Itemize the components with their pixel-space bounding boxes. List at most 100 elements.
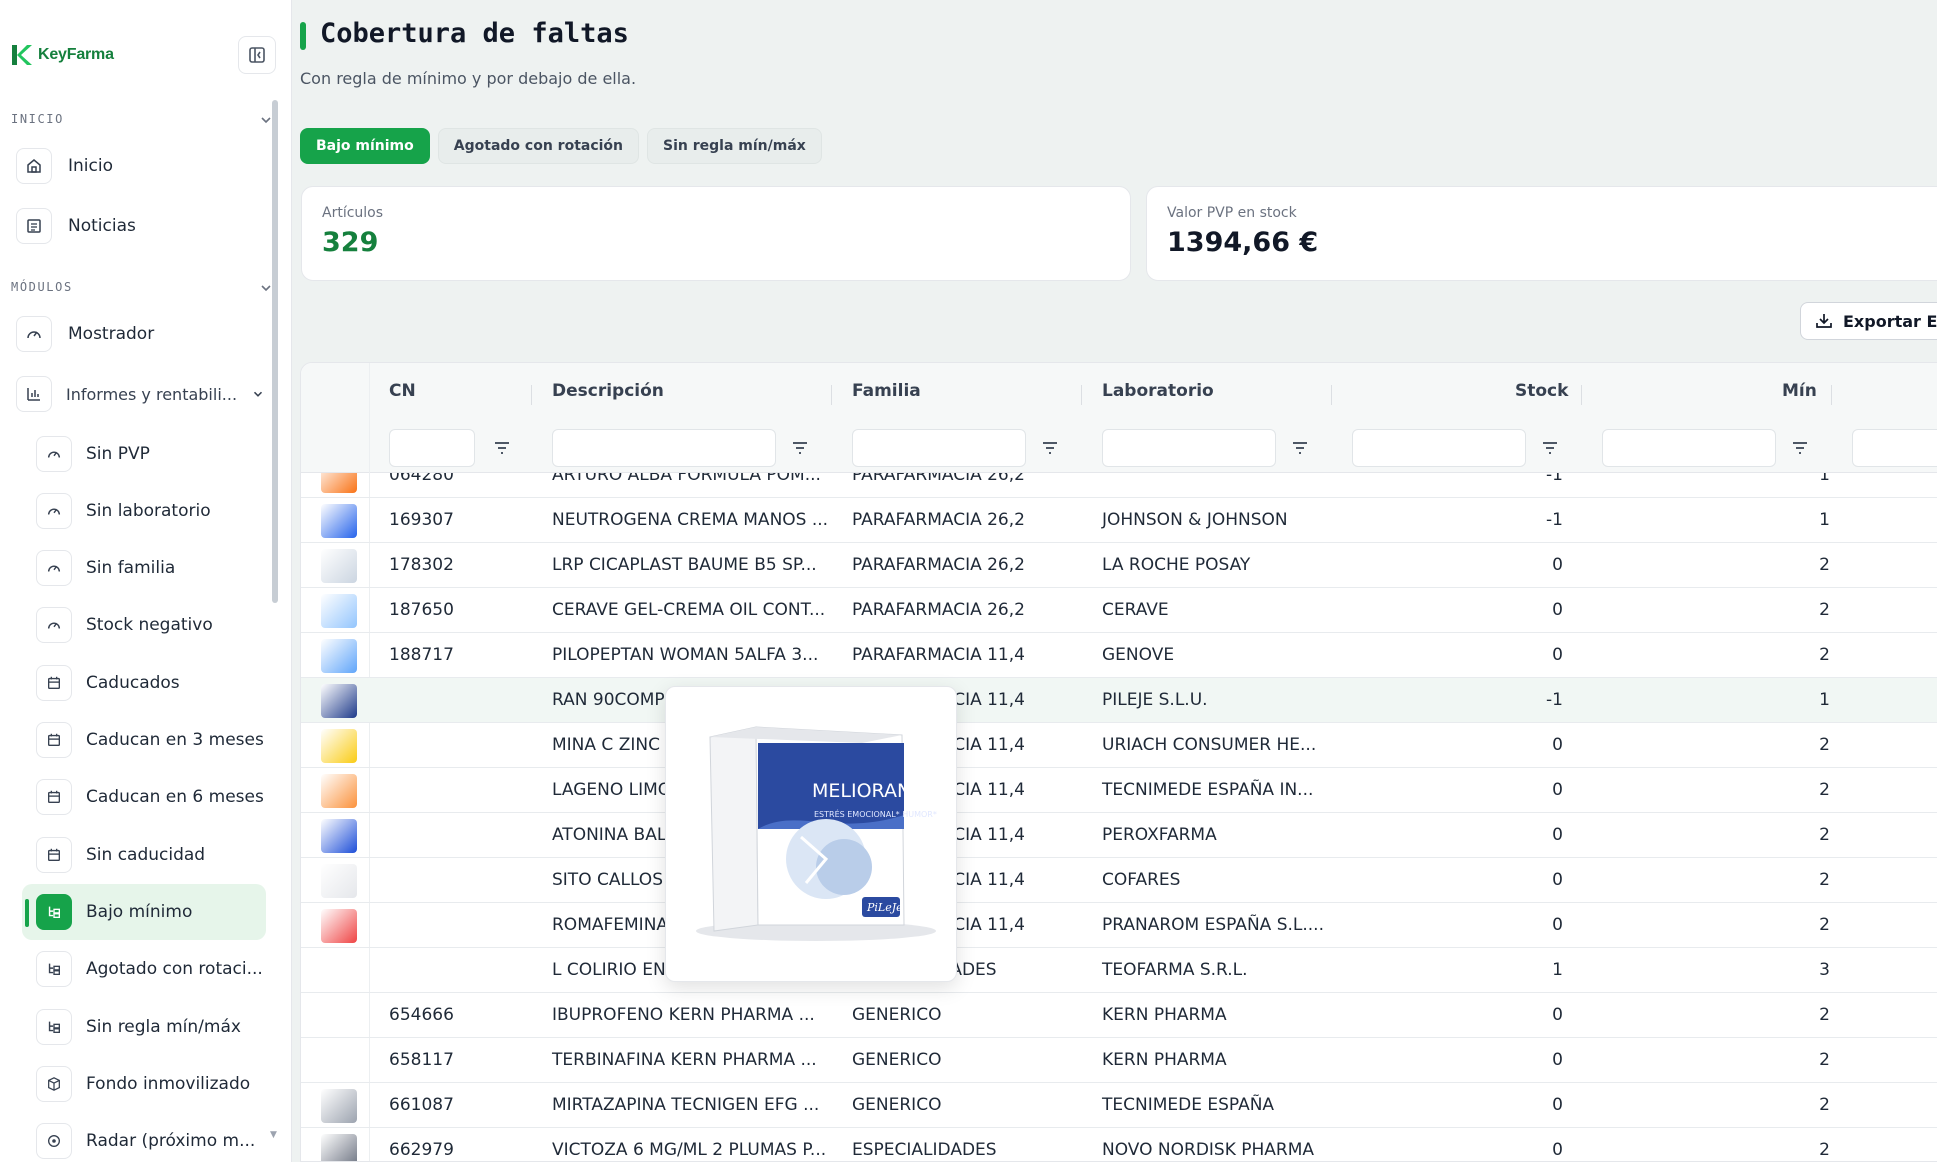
table-row[interactable]: L COLIRIO EN S...ESPECIALIDADESTEOFARMA … xyxy=(301,948,1937,993)
column-header-familia[interactable]: Familia xyxy=(852,381,921,401)
sidebar-item-radar-próximo-m-[interactable]: Radar (próximo m... xyxy=(22,1113,266,1162)
sidebar-item-inicio[interactable]: Inicio xyxy=(16,138,266,194)
column-header-stock[interactable]: Stock xyxy=(1515,381,1568,401)
sidebar-item-label: Radar (próximo m... xyxy=(86,1131,256,1151)
cell-min: 2 xyxy=(1819,780,1830,800)
filter-input-extra[interactable] xyxy=(1852,429,1937,467)
filter-input-stock[interactable] xyxy=(1352,429,1526,467)
table-row[interactable]: 187650 CERAVE GEL-CREMA OIL CONT... PARAFA… xyxy=(301,588,1937,633)
filter-input-laboratorio[interactable] xyxy=(1102,429,1276,467)
column-header-descripcion[interactable]: Descripción xyxy=(552,381,664,401)
product-thumbnail[interactable] xyxy=(321,909,357,943)
filter-input-familia[interactable] xyxy=(852,429,1026,467)
sidebar-item-fondo-inmovilizado[interactable]: Fondo inmovilizado xyxy=(22,1056,266,1112)
product-thumbnail[interactable] xyxy=(321,504,357,538)
sidebar-item-label: Stock negativo xyxy=(86,615,213,635)
cell-familia: GENERICO xyxy=(852,1005,942,1025)
column-separator xyxy=(1081,385,1082,405)
product-thumbnail[interactable] xyxy=(321,1089,357,1123)
cell-descripcion: PILOPEPTAN WOMAN 5ALFA 3... xyxy=(552,645,819,665)
sidebar-item-bajo-mínimo[interactable]: Bajo mínimo xyxy=(22,884,266,940)
sidebar-item-noticias[interactable]: Noticias xyxy=(16,198,266,254)
cell-stock: 0 xyxy=(1552,735,1563,755)
filter-icon[interactable] xyxy=(1291,439,1309,457)
table-row[interactable]: 658117 TERBINAFINA KERN PHARMA ... GENERIC… xyxy=(301,1038,1937,1083)
sidebar-item-informes[interactable]: Informes y rentabili... xyxy=(16,366,266,422)
export-excel-button[interactable]: Exportar Ex xyxy=(1800,302,1937,340)
cell-laboratorio: JOHNSON & JOHNSON xyxy=(1102,510,1288,530)
table-row[interactable]: 064280 ARTURO ALBA FORMULA POM... PARAFARM… xyxy=(301,473,1937,498)
sidebar-scrollbar[interactable] xyxy=(272,100,278,603)
table-row[interactable]: 188717 PILOPEPTAN WOMAN 5ALFA 3... PARAFAR… xyxy=(301,633,1937,678)
cell-stock: -1 xyxy=(1546,690,1563,710)
sidebar-item-caducan-en-3-meses[interactable]: Caducan en 3 meses xyxy=(22,712,266,768)
table-row[interactable]: 169307 NEUTROGENA CREMA MANOS ... PARAFARM… xyxy=(301,498,1937,543)
cell-cn: 188717 xyxy=(389,645,454,665)
column-header-cn[interactable]: CN xyxy=(389,381,416,401)
product-thumbnail[interactable] xyxy=(321,549,357,583)
column-header-laboratorio[interactable]: Laboratorio xyxy=(1102,381,1214,401)
kpi-value: 1394,66 € xyxy=(1167,227,1319,258)
brand[interactable]: KeyFarma xyxy=(10,42,114,68)
sidebar-item-label: Inicio xyxy=(68,156,113,176)
filter-icon[interactable] xyxy=(1791,439,1809,457)
filter-icon[interactable] xyxy=(493,439,511,457)
sidebar-item-mostrador[interactable]: Mostrador xyxy=(16,306,266,362)
product-thumbnail[interactable] xyxy=(321,639,357,673)
table-row[interactable]: RAN 90COMPPARAFARMACIA 11,4PILEJE S.L.U.… xyxy=(301,678,1937,723)
calendar-icon xyxy=(36,837,72,873)
product-thumbnail[interactable] xyxy=(321,684,357,718)
cell-min: 2 xyxy=(1819,1140,1830,1160)
gauge-icon xyxy=(16,316,52,352)
melioran-box-image: MELIORAN ESTRÉS EMOCIONAL* HUMOR* PiLeJe xyxy=(696,726,937,941)
filter-icon[interactable] xyxy=(791,439,809,457)
filter-input-min[interactable] xyxy=(1602,429,1776,467)
cell-stock: -1 xyxy=(1546,510,1563,530)
tab-bajo-minimo[interactable]: Bajo mínimo xyxy=(300,128,430,164)
cell-familia: PARAFARMACIA 26,2 xyxy=(852,473,1025,485)
filter-input-descripcion[interactable] xyxy=(552,429,776,467)
table-row[interactable]: ROMAFEMINA O...PARAFARMACIA 11,4PRANAROM… xyxy=(301,903,1937,948)
collapse-sidebar-button[interactable] xyxy=(238,36,276,74)
product-thumbnail[interactable] xyxy=(321,729,357,763)
table-row[interactable]: 661087 MIRTAZAPINA TECNIGEN EFG ... GENERI… xyxy=(301,1083,1937,1128)
product-thumbnail[interactable] xyxy=(321,1134,357,1161)
sidebar-item-sin-familia[interactable]: Sin familia xyxy=(22,540,266,596)
gauge-icon xyxy=(36,607,72,643)
product-thumbnail[interactable] xyxy=(321,594,357,628)
table-row[interactable]: 178302 LRP CICAPLAST BAUME B5 SP... PARAFA… xyxy=(301,543,1937,588)
filter-icon[interactable] xyxy=(1041,439,1059,457)
table-row[interactable]: SITO CALLOS AC....PARAFARMACIA 11,4COFAR… xyxy=(301,858,1937,903)
scroll-down-arrow-icon[interactable]: ▼ xyxy=(270,1130,277,1140)
product-thumbnail[interactable] xyxy=(321,774,357,808)
sidebar-item-agotado-con-rotaci-[interactable]: Agotado con rotaci... xyxy=(22,941,266,997)
product-thumbnail[interactable] xyxy=(321,473,357,493)
sidebar-item-caducados[interactable]: Caducados xyxy=(22,655,266,711)
sidebar-item-sin-pvp[interactable]: Sin PVP xyxy=(22,426,266,482)
cell-min: 2 xyxy=(1819,555,1830,575)
grid-rows: 064280 ARTURO ALBA FORMULA POM... PARAFARM… xyxy=(301,473,1937,1161)
tab-agotado-con-rotacion[interactable]: Agotado con rotación xyxy=(437,128,640,164)
sidebar-item-sin-regla-mín-máx[interactable]: Sin regla mín/máx xyxy=(22,999,266,1055)
table-row[interactable]: LAGENO LIMON ...PARAFARMACIA 11,4TECNIME… xyxy=(301,768,1937,813)
cell-cn: 187650 xyxy=(389,600,454,620)
section-label-modulos: MÓDULOS xyxy=(11,280,73,294)
sidebar-item-caducan-en-6-meses[interactable]: Caducan en 6 meses xyxy=(22,769,266,825)
sidebar-item-stock-negativo[interactable]: Stock negativo xyxy=(22,597,266,653)
filter-icon[interactable] xyxy=(1541,439,1559,457)
table-row[interactable]: MINA C ZINC 28...PARAFARMACIA 11,4URIACH… xyxy=(301,723,1937,768)
filter-input-cn[interactable] xyxy=(389,429,475,467)
tab-sin-regla[interactable]: Sin regla mín/máx xyxy=(647,128,822,164)
product-thumbnail[interactable] xyxy=(321,864,357,898)
product-image-preview: MELIORAN ESTRÉS EMOCIONAL* HUMOR* PiLeJe xyxy=(665,686,957,982)
sidebar-item-label: Agotado con rotaci... xyxy=(86,959,263,979)
popup-maker: PiLeJe xyxy=(866,901,903,914)
table-row[interactable]: 654666 IBUPROFENO KERN PHARMA ... GENERICO… xyxy=(301,993,1937,1038)
table-row[interactable]: 662979 VICTOZA 6 MG/ML 2 PLUMAS P... ESPEC… xyxy=(301,1128,1937,1161)
sidebar-item-sin-caducidad[interactable]: Sin caducidad xyxy=(22,827,266,883)
column-header-min[interactable]: Mín xyxy=(1782,381,1817,401)
column-separator xyxy=(1831,385,1832,405)
table-row[interactable]: ATONINA BALAN...PARAFARMACIA 11,4PEROXFA… xyxy=(301,813,1937,858)
sidebar-item-sin-laboratorio[interactable]: Sin laboratorio xyxy=(22,483,266,539)
product-thumbnail[interactable] xyxy=(321,819,357,853)
